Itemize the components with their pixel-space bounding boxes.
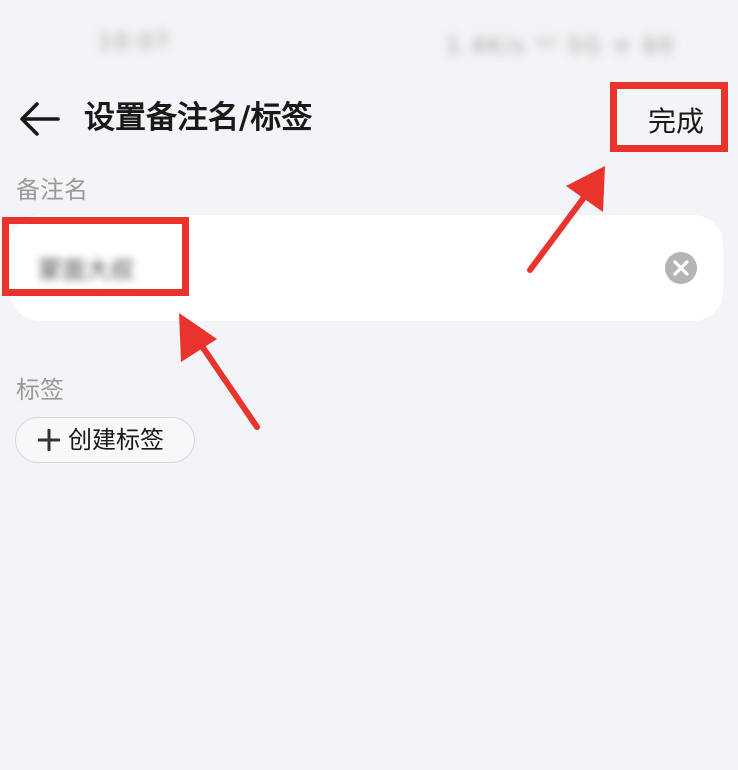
arrow-left-icon-glyph	[20, 102, 60, 136]
create-tag-label: 创建标签	[68, 426, 164, 454]
tags-section-label: 标签	[16, 376, 64, 404]
done-button[interactable]: 完成	[610, 82, 728, 152]
clear-circle-icon[interactable]	[664, 251, 698, 285]
remark-field[interactable]	[10, 215, 723, 321]
status-time: 10:07	[98, 30, 172, 55]
status-indicators: 1.4K/s ⁴ᴳ 5G ᯤ 60	[446, 34, 675, 59]
remark-section-label: 备注名	[16, 176, 88, 204]
remark-input[interactable]	[38, 247, 598, 287]
create-tag-button[interactable]: 创建标签	[15, 417, 195, 463]
clear-circle-icon-glyph	[665, 252, 697, 284]
page-title: 设置备注名/标签	[84, 100, 313, 136]
annotation-arrow-remark	[179, 313, 260, 430]
plus-icon-glyph	[37, 428, 61, 452]
arrow-left-icon[interactable]	[14, 94, 64, 144]
plus-icon	[37, 428, 61, 452]
status-bar: 10:07 1.4K/s ⁴ᴳ 5G ᯤ 60	[0, 0, 738, 80]
done-button-label: 完成	[648, 105, 705, 138]
